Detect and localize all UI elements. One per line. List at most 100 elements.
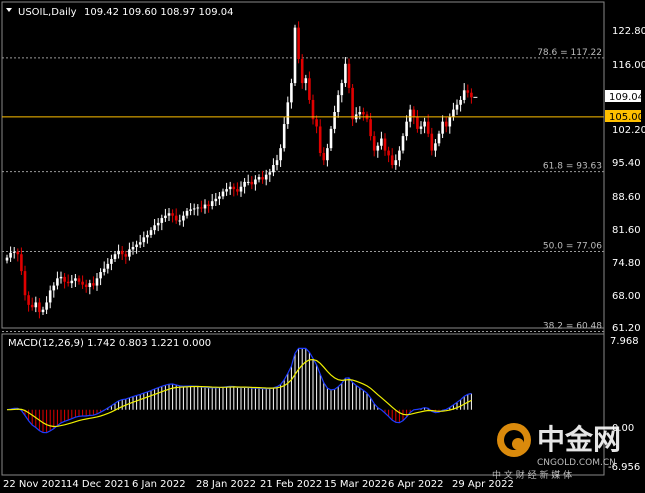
candle-body xyxy=(455,104,459,110)
candle-body xyxy=(81,281,84,285)
candle-body xyxy=(95,278,99,286)
candle-body xyxy=(416,116,419,129)
fib-level-label: 38.2 = 60.48 xyxy=(543,321,602,331)
candle-body xyxy=(236,189,239,192)
candle-body xyxy=(246,181,250,183)
candle-body xyxy=(106,263,110,269)
price-tick: 116.00 xyxy=(612,60,645,71)
candle-body xyxy=(192,208,196,210)
candle-body xyxy=(300,58,304,84)
candle-body xyxy=(23,271,27,296)
candle-body xyxy=(124,254,128,257)
watermark-url: CNGOLD.COM.CN xyxy=(537,458,616,468)
price-tick: 74.80 xyxy=(612,258,641,269)
candle-body xyxy=(171,213,174,216)
candle-body xyxy=(30,304,34,308)
candle-body xyxy=(239,186,243,192)
candle-body xyxy=(16,251,20,255)
candle-body xyxy=(394,160,398,166)
candle-body xyxy=(462,90,466,100)
candle-body xyxy=(48,290,52,303)
candle-body xyxy=(257,177,261,180)
candle-body xyxy=(149,230,153,235)
price-tick: 95.40 xyxy=(612,158,641,169)
ohlc-values: 109.42 109.60 108.97 109.04 xyxy=(84,7,234,18)
candle-body xyxy=(369,119,372,137)
candle-body xyxy=(250,181,254,185)
candle-body xyxy=(228,186,232,190)
candle-body xyxy=(178,220,182,222)
candle-body xyxy=(286,102,290,125)
candle-body xyxy=(272,165,275,173)
date-tick: 14 Dec 2021 xyxy=(66,479,130,490)
candle-body xyxy=(221,191,225,197)
candle-body xyxy=(20,254,23,272)
candle-body xyxy=(92,283,95,286)
candle-body xyxy=(466,90,470,93)
candle-body xyxy=(146,234,149,238)
candle-body xyxy=(329,128,333,149)
candle-body xyxy=(167,213,171,216)
candle-body xyxy=(189,209,192,211)
watermark-brand: 中金网 xyxy=(537,423,621,456)
candle-body xyxy=(372,136,376,151)
candle-body xyxy=(304,78,308,84)
current-price-tick: 109.04 xyxy=(609,92,644,103)
candle-body xyxy=(142,237,146,243)
candle-body xyxy=(99,272,102,279)
candle-body xyxy=(70,280,74,284)
candle-body xyxy=(243,181,246,187)
candle-body xyxy=(315,119,318,127)
candle-body xyxy=(218,196,221,199)
candle-body xyxy=(131,247,135,250)
candle-body xyxy=(333,112,336,129)
candle-body xyxy=(419,126,423,129)
fib-level-label: 50.0 = 77.06 xyxy=(543,242,602,252)
candle-body xyxy=(268,172,272,175)
candle-body xyxy=(38,302,41,313)
candle-body xyxy=(340,83,344,96)
symbol-label: USOIL,Daily xyxy=(18,7,77,18)
candle-body xyxy=(138,242,142,245)
candle-body xyxy=(196,207,200,209)
level-tick: 105.00 xyxy=(609,112,644,123)
candle-body xyxy=(185,210,189,216)
candle-body xyxy=(322,152,326,161)
fib-level-label: 78.6 = 117.22 xyxy=(537,48,602,58)
candle-body xyxy=(423,121,426,127)
candle-body xyxy=(282,124,286,149)
candle-body xyxy=(254,179,257,185)
candle-body xyxy=(459,99,462,105)
date-tick: 6 Jan 2022 xyxy=(132,479,186,490)
candle-body xyxy=(362,112,365,115)
candle-body xyxy=(441,121,444,134)
candle-body xyxy=(41,309,45,313)
candle-body xyxy=(9,252,12,258)
candle-body xyxy=(426,121,430,134)
candle-body xyxy=(308,78,311,100)
date-tick: 21 Feb 2022 xyxy=(260,479,322,490)
candle-body xyxy=(279,148,282,161)
candle-body xyxy=(12,251,16,253)
candle-body xyxy=(214,198,218,202)
candle-body xyxy=(88,283,92,288)
candle-body xyxy=(430,133,434,151)
candle-body xyxy=(34,302,38,308)
candle-body xyxy=(63,276,66,282)
candle-body xyxy=(128,249,131,257)
candle-body xyxy=(434,143,437,151)
candle-body xyxy=(390,155,394,166)
candle-body xyxy=(200,207,203,209)
date-tick: 15 Mar 2022 xyxy=(324,479,387,490)
candle-body xyxy=(387,150,390,156)
candle-body xyxy=(437,133,441,144)
candle-body xyxy=(102,268,106,273)
price-tick: 61.20 xyxy=(612,323,641,334)
price-tick: 81.60 xyxy=(612,225,641,236)
candle-body xyxy=(318,126,322,153)
candle-body xyxy=(405,121,408,137)
candle-body xyxy=(275,160,279,166)
candle-body xyxy=(45,302,48,310)
candle-body xyxy=(27,295,30,305)
price-tick: 88.60 xyxy=(612,192,641,203)
